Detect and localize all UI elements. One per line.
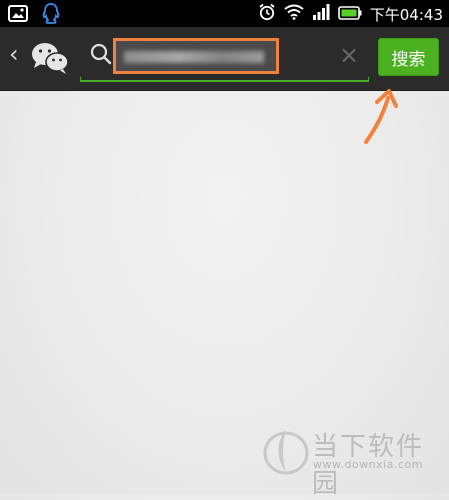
watermark-logo-icon — [262, 426, 310, 480]
battery-icon — [337, 5, 362, 24]
back-button[interactable]: ‹ — [9, 39, 19, 69]
search-button[interactable]: 搜索 — [378, 38, 439, 76]
clear-icon[interactable]: × — [339, 41, 359, 69]
status-bar: 下午04:43 — [0, 0, 449, 27]
search-icon — [90, 43, 112, 69]
signal-icon — [312, 4, 330, 24]
annotation-arrow-icon — [358, 88, 408, 150]
search-field-underline — [80, 77, 369, 82]
search-input[interactable] — [113, 38, 279, 74]
qq-icon — [42, 3, 60, 28]
wechat-logo-icon[interactable] — [30, 41, 70, 79]
watermark-url: www.downxia.com — [313, 458, 423, 471]
gallery-icon — [8, 5, 28, 26]
wifi-icon — [284, 4, 304, 24]
clock-time: 下午04:43 — [369, 5, 443, 24]
alarm-icon — [258, 3, 276, 25]
search-toolbar: ‹ × 搜索 — [0, 27, 449, 91]
blurred-search-text — [124, 51, 264, 63]
